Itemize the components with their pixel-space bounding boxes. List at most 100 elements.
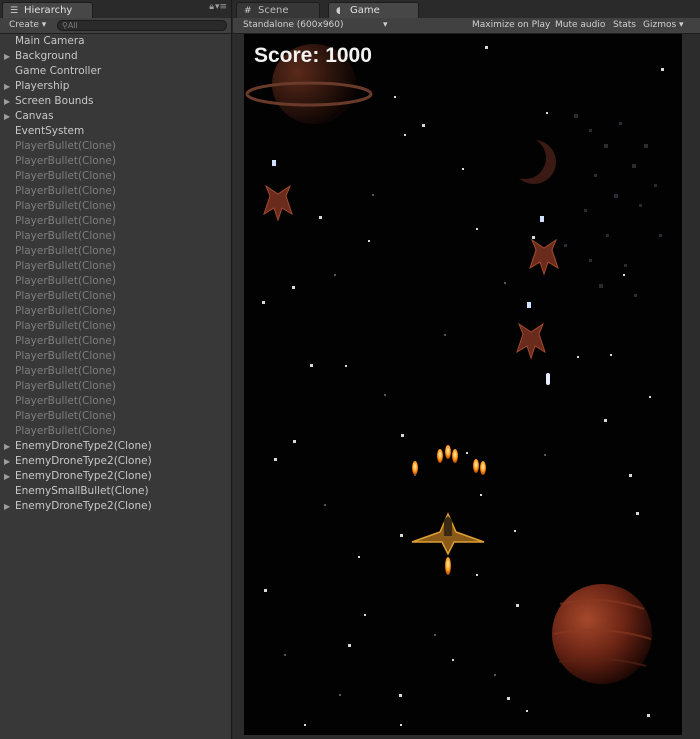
hierarchy-item-label: PlayerBullet(Clone) <box>15 320 116 332</box>
create-button-label: Create <box>9 20 39 30</box>
hierarchy-item[interactable]: PlayerBullet(Clone) <box>0 289 231 304</box>
hierarchy-item[interactable]: ▶ EnemyDroneType2(Clone) <box>0 469 231 484</box>
hierarchy-item[interactable]: ▶ Screen Bounds <box>0 94 231 109</box>
hierarchy-item-label: PlayerBullet(Clone) <box>15 200 116 212</box>
game-scene <box>245 44 664 726</box>
hierarchy-item-label: EventSystem <box>15 125 85 137</box>
hierarchy-item[interactable]: ▶ Playership <box>0 79 231 94</box>
hierarchy-item[interactable]: Main Camera <box>0 34 231 49</box>
hierarchy-item-label: EnemyDroneType2(Clone) <box>15 500 152 512</box>
hierarchy-item-label: PlayerBullet(Clone) <box>15 185 116 197</box>
hierarchy-item[interactable]: PlayerBullet(Clone) <box>0 274 231 289</box>
hierarchy-item[interactable]: Game Controller <box>0 64 231 79</box>
game-viewport[interactable]: Score: 1000 <box>244 34 682 735</box>
hierarchy-item[interactable]: PlayerBullet(Clone) <box>0 259 231 274</box>
stats-toggle[interactable]: Stats <box>613 19 636 32</box>
hierarchy-item-label: PlayerBullet(Clone) <box>15 260 116 272</box>
maximize-on-play-toggle[interactable]: Maximize on Play <box>472 19 550 32</box>
hierarchy-toolbar: Create ▾ ⚲All <box>0 18 231 34</box>
gizmos-dropdown[interactable]: Gizmos ▾ <box>643 19 684 32</box>
hierarchy-item-label: Background <box>15 50 78 62</box>
hierarchy-item[interactable]: PlayerBullet(Clone) <box>0 364 231 379</box>
panel-menu-icon[interactable]: ▾≡ <box>215 2 227 12</box>
crescent-moon <box>504 137 556 184</box>
hierarchy-item-label: PlayerBullet(Clone) <box>15 380 116 392</box>
search-input[interactable]: ⚲All <box>57 20 227 31</box>
hierarchy-item[interactable]: PlayerBullet(Clone) <box>0 154 231 169</box>
hierarchy-item[interactable]: EventSystem <box>0 124 231 139</box>
tab-scene-label: Scene <box>258 5 289 16</box>
hierarchy-item[interactable]: ▶ Canvas <box>0 109 231 124</box>
hierarchy-item[interactable]: PlayerBullet(Clone) <box>0 409 231 424</box>
enemy-drone-ship <box>516 302 546 360</box>
hierarchy-item-label: PlayerBullet(Clone) <box>15 365 116 377</box>
enemy-drone-ship <box>529 216 559 276</box>
gizmos-label: Gizmos <box>643 20 677 30</box>
player-bullets <box>412 445 486 475</box>
hierarchy-item[interactable]: PlayerBullet(Clone) <box>0 334 231 349</box>
chevron-down-icon: ▾ <box>41 20 47 30</box>
resolution-label: Standalone (600x960) <box>243 20 344 30</box>
hierarchy-panel: ☰ Hierarchy 🔒︎ ▾≡ Create ▾ ⚲All Main Came… <box>0 0 232 739</box>
hierarchy-item-label: Main Camera <box>15 35 85 47</box>
resolution-dropdown[interactable]: Standalone (600x960) <box>243 19 344 32</box>
hierarchy-item-label: Playership <box>15 80 70 92</box>
hierarchy-list-icon: ☰ <box>10 6 19 16</box>
hierarchy-item[interactable]: EnemySmallBullet(Clone) <box>0 484 231 499</box>
game-pacman-icon: ◖ <box>336 6 341 16</box>
hierarchy-tree: Main Camera ▶ Background Game Controller ▶ Pl… <box>0 34 231 514</box>
hierarchy-item-label: PlayerBullet(Clone) <box>15 425 116 437</box>
lock-icon[interactable]: 🔒︎ <box>209 2 214 12</box>
hierarchy-item[interactable]: PlayerBullet(Clone) <box>0 349 231 364</box>
tab-scene[interactable]: # Scene <box>236 2 320 18</box>
hierarchy-item[interactable]: PlayerBullet(Clone) <box>0 169 231 184</box>
tab-game[interactable]: ◖ Game <box>328 2 419 18</box>
player-ship <box>411 512 485 575</box>
hierarchy-item[interactable]: ▶ EnemyDroneType2(Clone) <box>0 454 231 469</box>
hierarchy-item-label: PlayerBullet(Clone) <box>15 245 116 257</box>
hierarchy-item[interactable]: PlayerBullet(Clone) <box>0 229 231 244</box>
expand-arrow-icon[interactable]: ▶ <box>4 469 10 484</box>
hierarchy-item[interactable]: ▶ EnemyDroneType2(Clone) <box>0 439 231 454</box>
hierarchy-item[interactable]: PlayerBullet(Clone) <box>0 394 231 409</box>
striped-planet <box>552 584 652 684</box>
hierarchy-item[interactable]: ▶ EnemyDroneType2(Clone) <box>0 499 231 514</box>
create-button[interactable]: Create ▾ <box>9 19 46 32</box>
expand-arrow-icon[interactable]: ▶ <box>4 109 10 124</box>
tab-game-label: Game <box>350 5 380 16</box>
hierarchy-item[interactable]: PlayerBullet(Clone) <box>0 304 231 319</box>
expand-arrow-icon[interactable]: ▶ <box>4 439 10 454</box>
chevron-down-icon: ▾ <box>383 20 388 30</box>
hierarchy-item[interactable]: PlayerBullet(Clone) <box>0 214 231 229</box>
hierarchy-item[interactable]: PlayerBullet(Clone) <box>0 139 231 154</box>
game-tab-strip: # Scene ◖ Game <box>233 0 700 19</box>
hierarchy-item-label: PlayerBullet(Clone) <box>15 305 116 317</box>
hierarchy-item[interactable]: ▶ Background <box>0 49 231 64</box>
mute-audio-toggle[interactable]: Mute audio <box>555 19 605 32</box>
hierarchy-item[interactable]: PlayerBullet(Clone) <box>0 199 231 214</box>
tab-hierarchy[interactable]: ☰ Hierarchy <box>2 2 93 18</box>
hierarchy-item-label: PlayerBullet(Clone) <box>15 215 116 227</box>
enemy-drone-ship <box>263 160 293 222</box>
nebula-dust <box>564 114 662 297</box>
tab-hierarchy-label: Hierarchy <box>24 5 73 16</box>
hierarchy-item-label: PlayerBullet(Clone) <box>15 350 116 362</box>
expand-arrow-icon[interactable]: ▶ <box>4 94 10 109</box>
expand-arrow-icon[interactable]: ▶ <box>4 454 10 469</box>
hierarchy-item-label: PlayerBullet(Clone) <box>15 335 116 347</box>
hierarchy-item-label: Game Controller <box>15 65 102 77</box>
expand-arrow-icon[interactable]: ▶ <box>4 79 10 94</box>
score-label: Score: 1000 <box>254 44 372 67</box>
expand-arrow-icon[interactable]: ▶ <box>4 499 10 514</box>
hierarchy-item-label: EnemyDroneType2(Clone) <box>15 470 152 482</box>
hierarchy-item-label: EnemyDroneType2(Clone) <box>15 440 152 452</box>
hierarchy-item[interactable]: PlayerBullet(Clone) <box>0 244 231 259</box>
hierarchy-item[interactable]: PlayerBullet(Clone) <box>0 184 231 199</box>
expand-arrow-icon[interactable]: ▶ <box>4 49 10 64</box>
hierarchy-item-label: PlayerBullet(Clone) <box>15 290 116 302</box>
hierarchy-item[interactable]: PlayerBullet(Clone) <box>0 319 231 334</box>
hierarchy-item[interactable]: PlayerBullet(Clone) <box>0 424 231 439</box>
hierarchy-item[interactable]: PlayerBullet(Clone) <box>0 379 231 394</box>
hierarchy-item-label: PlayerBullet(Clone) <box>15 395 116 407</box>
scene-grid-icon: # <box>244 6 252 16</box>
